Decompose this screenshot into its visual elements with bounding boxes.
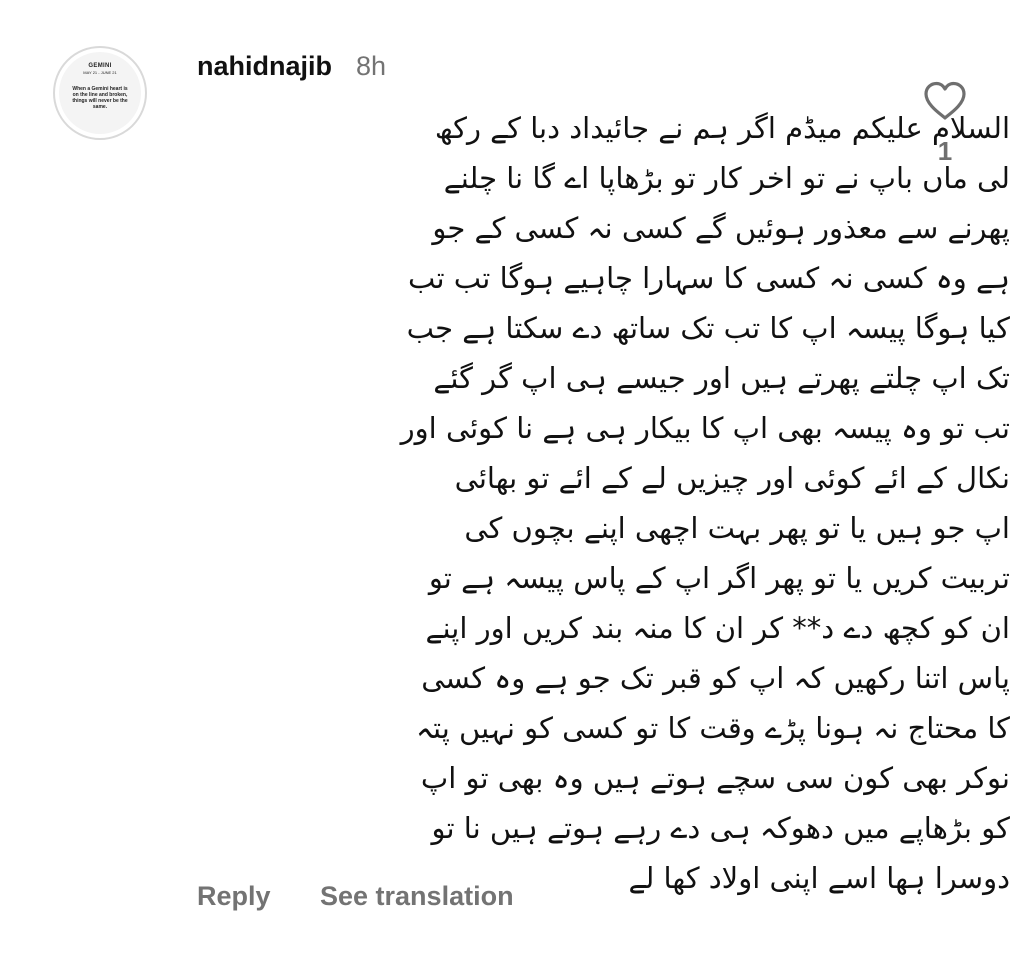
comment-line: لی ماں باپ نے تو اخر کار تو بڑھاپا اے گا…	[443, 161, 1010, 195]
comment-line: ان کو کچھ دے د** کر ان کا منہ بند کریں ا…	[425, 611, 1010, 645]
comment-text: السلام علیکم میڈم اگر ہم نے جائیداد دبا …	[401, 108, 1010, 895]
comment-line: کا محتاج نہ ہونا پڑے وقت کا تو کسی کو نہ…	[416, 711, 1010, 745]
comment-line: تربیت کریں یا تو پھر اگر اپ کے پاس پیسہ …	[428, 561, 1010, 595]
comment-line: اپ جو ہیں یا تو پھر بہت اچھی اپنے بچوں ک…	[464, 511, 1010, 545]
see-translation-button[interactable]: See translation	[320, 878, 514, 914]
reply-button[interactable]: Reply	[197, 878, 271, 914]
comment-item: GEMINI MAY 21 - JUNE 21 When a Gemini he…	[0, 0, 1024, 955]
timestamp: 8h	[356, 51, 387, 81]
avatar[interactable]: GEMINI MAY 21 - JUNE 21 When a Gemini he…	[53, 46, 147, 140]
comment-line: کو بڑھاپے میں دھوکہ ہی دے رہے ہوتے ہیں ن…	[431, 811, 1010, 845]
avatar-title: GEMINI	[88, 63, 112, 69]
comment-line: تک اپ چلتے پھرتے ہیں اور جیسے ہی اپ گر گ…	[433, 361, 1010, 395]
avatar-image: GEMINI MAY 21 - JUNE 21 When a Gemini he…	[59, 52, 141, 134]
comment-line: کیا ہوگا پیسہ اپ کا تب تک ساتھ دے سکتا ہ…	[406, 311, 1010, 345]
avatar-quote: When a Gemini heart is on the line and b…	[72, 86, 128, 110]
comment-line: دوسرا ہھا اسے اپنی اولاد کھا لے	[628, 861, 1010, 895]
comment-line: پھرنے سے معذور ہوئیں گے کسی نہ کسی کے جو	[432, 211, 1010, 245]
comment-line: نکال کے ائے کوئی اور چیزیں لے کے ائے تو …	[454, 461, 1010, 495]
comment-line: السلام علیکم میڈم اگر ہم نے جائیداد دبا …	[434, 111, 1010, 145]
username-link[interactable]: nahidnajib	[197, 49, 332, 83]
comment-line: نوکر بھی کون سی سچے ہوتے ہیں وہ بھی تو ا…	[420, 761, 1010, 795]
comment-line: پاس اتنا رکھیں کہ اپ کو قبر تک جو ہے وہ …	[421, 661, 1010, 695]
avatar-dates: MAY 21 - JUNE 21	[83, 70, 117, 75]
comment-line: تب تو وہ پیسہ بھی اپ کا بیکار ہی ہے نا ک…	[400, 411, 1010, 445]
comment-line: ہے وہ کسی نہ کسی کا سہارا چاہیے ہوگا تب …	[408, 261, 1010, 295]
